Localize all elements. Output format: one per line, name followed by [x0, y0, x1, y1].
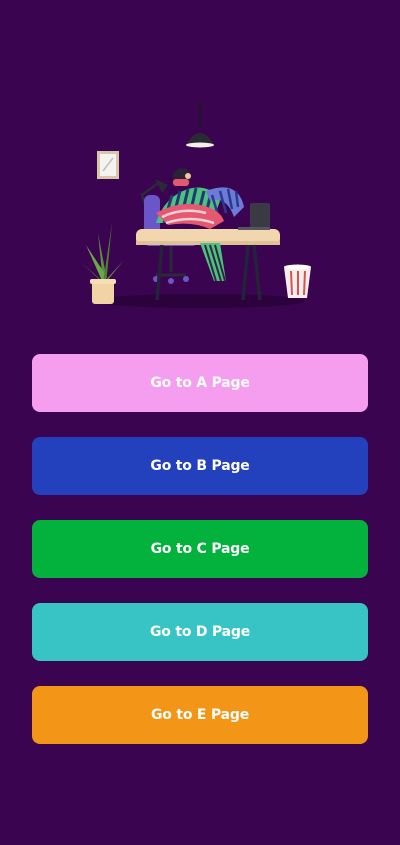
person-at-desk-illustration [60, 95, 340, 320]
go-to-a-page-button[interactable]: Go to A Page [32, 354, 368, 412]
go-to-b-page-button[interactable]: Go to B Page [32, 437, 368, 495]
go-to-d-page-button[interactable]: Go to D Page [32, 603, 368, 661]
go-to-c-page-button[interactable]: Go to C Page [32, 520, 368, 578]
go-to-e-page-button[interactable]: Go to E Page [32, 686, 368, 744]
navigation-button-list: Go to A Page Go to B Page Go to C Page G… [32, 354, 368, 769]
